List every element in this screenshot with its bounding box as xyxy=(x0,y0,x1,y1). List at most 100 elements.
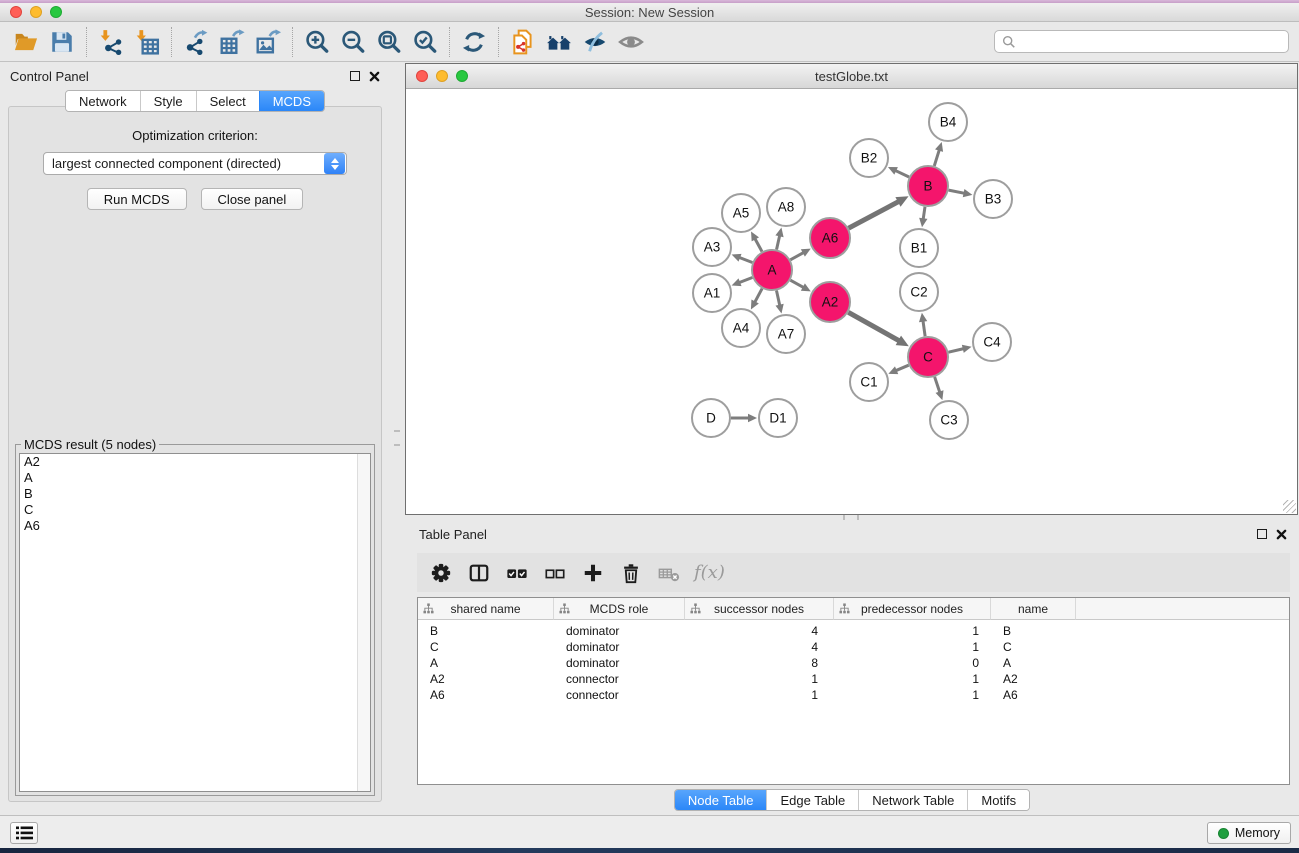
tab-style[interactable]: Style xyxy=(140,91,196,111)
first-neighbors-icon[interactable] xyxy=(541,26,577,58)
memory-button[interactable]: Memory xyxy=(1207,822,1291,844)
graph-edge-A-A1 xyxy=(739,278,752,283)
table-settings-icon[interactable] xyxy=(424,557,458,589)
zoom-selected-icon[interactable] xyxy=(407,26,443,58)
graph-edge-C-C3 xyxy=(935,377,940,393)
network-window-title: testGlobe.txt xyxy=(406,69,1297,84)
export-image-icon[interactable] xyxy=(250,26,286,58)
refresh-icon[interactable] xyxy=(456,26,492,58)
delete-column-icon[interactable] xyxy=(614,557,648,589)
cell-mcds-role[interactable]: dominator xyxy=(554,655,685,671)
cell-name[interactable]: C xyxy=(991,639,1076,655)
cell-predecessor-nodes[interactable]: 1 xyxy=(834,623,991,639)
hide-selected-icon[interactable] xyxy=(577,26,613,58)
select-all-checkboxes-icon[interactable] xyxy=(500,557,534,589)
cell-predecessor-nodes[interactable]: 1 xyxy=(834,639,991,655)
open-file-icon[interactable] xyxy=(8,26,44,58)
network-canvas[interactable]: B4B2BB3A8A5A6A3B1AA1C2A2A4A7C4CC1C3DD1 xyxy=(406,89,1297,514)
table-panel: Table Panel xyxy=(405,520,1299,815)
tab-select[interactable]: Select xyxy=(196,91,259,111)
edge-arrowhead-icon xyxy=(919,313,927,322)
column-header-name[interactable]: name xyxy=(991,598,1076,620)
dropdown-stepper-icon xyxy=(324,153,345,174)
control-panel-header: Control Panel xyxy=(0,62,390,90)
resize-grip-icon[interactable] xyxy=(1283,500,1296,513)
mcds-result-item[interactable]: C xyxy=(20,502,370,518)
tab-network[interactable]: Network xyxy=(66,91,140,111)
cell-predecessor-nodes[interactable]: 0 xyxy=(834,655,991,671)
deselect-all-checkboxes-icon[interactable] xyxy=(538,557,572,589)
cell-shared-name[interactable]: C xyxy=(418,639,554,655)
column-header-shared-name[interactable]: shared name xyxy=(418,598,554,620)
tab-mcds[interactable]: MCDS xyxy=(259,91,324,111)
zoom-in-icon[interactable] xyxy=(299,26,335,58)
zoom-fit-icon[interactable] xyxy=(371,26,407,58)
cell-shared-name[interactable]: A xyxy=(418,655,554,671)
new-network-from-selection-icon[interactable] xyxy=(505,26,541,58)
close-table-panel-icon[interactable] xyxy=(1276,529,1287,540)
memory-label: Memory xyxy=(1235,826,1280,840)
cell-name[interactable]: A xyxy=(991,655,1076,671)
cell-mcds-role[interactable]: dominator xyxy=(554,623,685,639)
export-network-icon[interactable] xyxy=(178,26,214,58)
add-column-icon[interactable] xyxy=(576,557,610,589)
column-header-predecessor-nodes[interactable]: predecessor nodes xyxy=(834,598,991,620)
cell-name[interactable]: B xyxy=(991,623,1076,639)
edge-arrowhead-icon xyxy=(936,390,944,400)
mcds-result-item[interactable]: A2 xyxy=(20,454,370,470)
table-body: Bdominator41BCdominator41CAdominator80AA… xyxy=(418,620,1289,703)
import-table-icon[interactable] xyxy=(129,26,165,58)
mcds-result-item[interactable]: A6 xyxy=(20,518,370,534)
toolbar-separator xyxy=(171,27,172,57)
mcds-result-item[interactable]: B xyxy=(20,486,370,502)
graph-edge-A6-B xyxy=(849,201,899,228)
task-history-button[interactable] xyxy=(10,822,38,844)
split-view-icon[interactable] xyxy=(462,557,496,589)
cell-successor-nodes[interactable]: 1 xyxy=(685,671,834,687)
tab-network-table[interactable]: Network Table xyxy=(858,790,967,810)
float-table-panel-icon[interactable] xyxy=(1257,529,1267,539)
tab-motifs[interactable]: Motifs xyxy=(967,790,1029,810)
splitter-handle[interactable] xyxy=(394,430,400,446)
search-input[interactable] xyxy=(1021,31,1288,52)
tab-node-table[interactable]: Node Table xyxy=(675,790,767,810)
tab-edge-table[interactable]: Edge Table xyxy=(766,790,858,810)
float-panel-icon[interactable] xyxy=(350,71,360,81)
zoom-out-icon[interactable] xyxy=(335,26,371,58)
cell-mcds-role[interactable]: connector xyxy=(554,687,685,703)
mcds-result-item[interactable]: A xyxy=(20,470,370,486)
search-field[interactable] xyxy=(994,30,1289,53)
mcds-result-groupbox: MCDS result (5 nodes) A2ABCA6 xyxy=(15,444,375,796)
node-table: shared nameMCDS rolesuccessor nodesprede… xyxy=(417,597,1290,785)
criterion-dropdown[interactable]: largest connected component (directed) xyxy=(43,152,347,175)
shared-attribute-icon xyxy=(423,603,434,617)
cell-successor-nodes[interactable]: 8 xyxy=(685,655,834,671)
cell-successor-nodes[interactable]: 1 xyxy=(685,687,834,703)
delete-table-icon[interactable] xyxy=(652,557,686,589)
cell-mcds-role[interactable]: dominator xyxy=(554,639,685,655)
cell-shared-name[interactable]: A2 xyxy=(418,671,554,687)
node-label-B4: B4 xyxy=(940,115,957,130)
save-session-icon[interactable] xyxy=(44,26,80,58)
cell-predecessor-nodes[interactable]: 1 xyxy=(834,671,991,687)
cell-predecessor-nodes[interactable]: 1 xyxy=(834,687,991,703)
import-network-icon[interactable] xyxy=(93,26,129,58)
function-builder-icon[interactable]: f(x) xyxy=(690,557,725,589)
cell-mcds-role[interactable]: connector xyxy=(554,671,685,687)
close-panel-button[interactable]: Close panel xyxy=(201,188,304,210)
column-header-successor-nodes[interactable]: successor nodes xyxy=(685,598,834,620)
mcds-result-list[interactable]: A2ABCA6 xyxy=(19,453,371,792)
cell-shared-name[interactable]: A6 xyxy=(418,687,554,703)
column-header-mcds-role[interactable]: MCDS role xyxy=(554,598,685,620)
close-panel-icon[interactable] xyxy=(369,71,380,82)
cell-shared-name[interactable]: B xyxy=(418,623,554,639)
vertical-splitter[interactable] xyxy=(390,62,405,815)
cell-name[interactable]: A2 xyxy=(991,671,1076,687)
cell-name[interactable]: A6 xyxy=(991,687,1076,703)
cell-successor-nodes[interactable]: 4 xyxy=(685,639,834,655)
show-all-icon[interactable] xyxy=(613,26,649,58)
export-table-icon[interactable] xyxy=(214,26,250,58)
cell-successor-nodes[interactable]: 4 xyxy=(685,623,834,639)
result-list-scrollbar[interactable] xyxy=(357,454,370,791)
run-mcds-button[interactable]: Run MCDS xyxy=(87,188,187,210)
